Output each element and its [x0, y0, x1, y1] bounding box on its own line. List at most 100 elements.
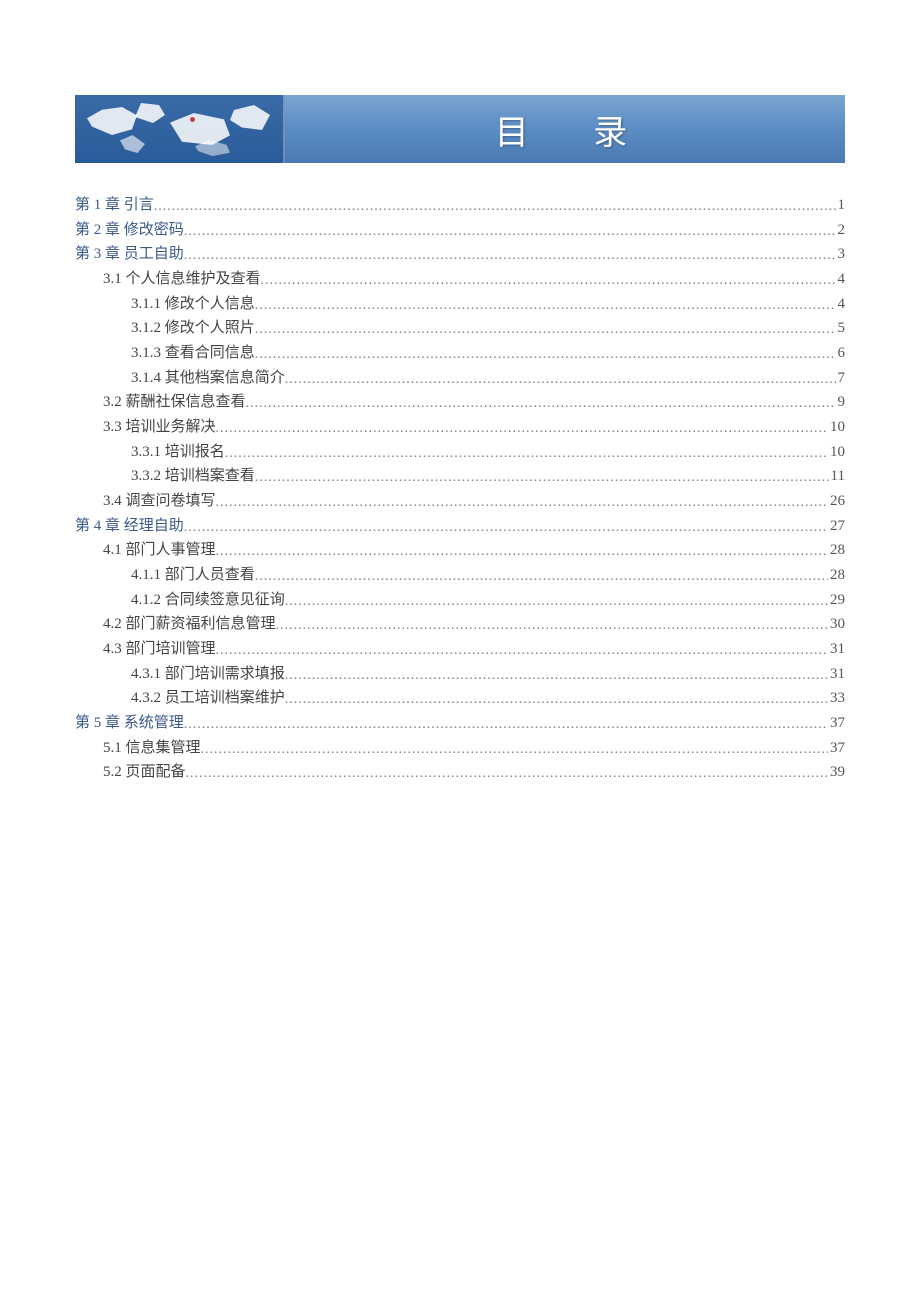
- toc-entry-label: 3.4 调查问卷填写: [103, 489, 216, 513]
- toc-entry-label: 第 3 章 员工自助: [75, 242, 184, 266]
- toc-entry[interactable]: 4.3.1 部门培训需求填报 31: [75, 662, 845, 687]
- toc-leader-dots: [186, 763, 828, 786]
- toc-page-number: 2: [836, 218, 846, 242]
- toc-entry-label: 5.2 页面配备: [103, 760, 186, 784]
- toc-entry-label: 3.1.3 查看合同信息: [131, 341, 255, 365]
- toc-leader-dots: [225, 443, 828, 466]
- toc-page-number: 4: [836, 292, 846, 316]
- toc-entry[interactable]: 4.1 部门人事管理 28: [75, 538, 845, 563]
- toc-entry[interactable]: 3.3.1 培训报名 10: [75, 440, 845, 465]
- toc-entry[interactable]: 4.1.1 部门人员查看 28: [75, 563, 845, 588]
- toc-leader-dots: [285, 665, 828, 688]
- toc-entry[interactable]: 3.3 培训业务解决 10: [75, 415, 845, 440]
- toc-entry[interactable]: 3.1.4 其他档案信息简介7: [75, 366, 845, 391]
- toc-entry[interactable]: 3.1.2 修改个人照片 5: [75, 316, 845, 341]
- toc-leader-dots: [184, 517, 828, 540]
- toc-entry-label: 4.1.2 合同续签意见征询: [131, 588, 285, 612]
- page-container: 目 录 第 1 章 引言1第 2 章 修改密码2第 3 章 员工自助33.1 个…: [0, 0, 920, 785]
- toc-page-number: 37: [828, 736, 845, 760]
- toc-leader-dots: [216, 418, 828, 441]
- toc-entry-label: 第 5 章 系统管理: [75, 711, 184, 735]
- toc-entry[interactable]: 3.4 调查问卷填写 26: [75, 489, 845, 514]
- toc-leader-dots: [216, 492, 828, 515]
- toc-entry[interactable]: 第 2 章 修改密码 2: [75, 218, 845, 243]
- toc-entry[interactable]: 4.2 部门薪资福利信息管理 30: [75, 612, 845, 637]
- toc-leader-dots: [216, 541, 828, 564]
- toc-page-number: 6: [836, 341, 846, 365]
- toc-entry-label: 第 4 章 经理自助: [75, 514, 184, 538]
- toc-page-number: 28: [828, 563, 845, 587]
- toc-page-number: 39: [828, 760, 845, 784]
- toc-entry-label: 3.3.2 培训档案查看: [131, 464, 255, 488]
- toc-page-number: 28: [828, 538, 845, 562]
- toc-entry-label: 4.3.2 员工培训档案维护: [131, 686, 285, 710]
- title-banner: 目 录: [75, 95, 845, 163]
- toc-leader-dots: [285, 369, 836, 392]
- toc-entry-label: 3.1.2 修改个人照片: [131, 316, 255, 340]
- toc-page-number: 5: [836, 316, 846, 340]
- toc-page-number: 7: [836, 366, 846, 390]
- toc-entry[interactable]: 3.3.2 培训档案查看 11: [75, 464, 845, 489]
- toc-leader-dots: [255, 319, 836, 342]
- toc-entry-label: 4.2 部门薪资福利信息管理: [103, 612, 276, 636]
- toc-page-number: 26: [828, 489, 845, 513]
- toc-entry[interactable]: 5.1 信息集管理 37: [75, 736, 845, 761]
- toc-entry-label: 3.3 培训业务解决: [103, 415, 216, 439]
- toc-page-number: 33: [828, 686, 845, 710]
- toc-entry-label: 3.1 个人信息维护及查看: [103, 267, 261, 291]
- toc-entry[interactable]: 4.3 部门培训管理 31: [75, 637, 845, 662]
- toc-entry[interactable]: 第 1 章 引言 1: [75, 193, 845, 218]
- toc-leader-dots: [255, 295, 836, 318]
- toc-page-number: 3: [836, 242, 846, 266]
- toc-entry[interactable]: 3.2 薪酬社保信息查看 9: [75, 390, 845, 415]
- toc-leader-dots: [261, 270, 836, 293]
- toc-page-number: 10: [828, 440, 845, 464]
- toc-page-number: 37: [828, 711, 845, 735]
- toc-leader-dots: [154, 196, 836, 219]
- toc-entry-label: 第 2 章 修改密码: [75, 218, 184, 242]
- toc-entry-label: 3.3.1 培训报名: [131, 440, 225, 464]
- toc-leader-dots: [184, 221, 836, 244]
- toc-entry-label: 3.2 薪酬社保信息查看: [103, 390, 246, 414]
- toc-page-number: 11: [829, 464, 845, 488]
- toc-entry[interactable]: 4.3.2 员工培训档案维护 33: [75, 686, 845, 711]
- toc-leader-dots: [276, 615, 828, 638]
- toc-page-number: 30: [828, 612, 845, 636]
- toc-leader-dots: [246, 393, 836, 416]
- toc-page-number: 1: [836, 193, 846, 217]
- toc-entry-label: 4.1 部门人事管理: [103, 538, 216, 562]
- toc-leader-dots: [285, 689, 828, 712]
- toc-entry[interactable]: 第 3 章 员工自助 3: [75, 242, 845, 267]
- toc-entry[interactable]: 第 4 章 经理自助 27: [75, 514, 845, 539]
- toc-entry-label: 4.1.1 部门人员查看: [131, 563, 255, 587]
- toc-entry-label: 5.1 信息集管理: [103, 736, 201, 760]
- toc-leader-dots: [255, 467, 829, 490]
- toc-page-number: 9: [836, 390, 846, 414]
- world-map-graphic: [75, 95, 285, 163]
- toc-leader-dots: [285, 591, 828, 614]
- toc-title: 目 录: [285, 105, 845, 154]
- toc-leader-dots: [216, 640, 828, 663]
- toc-leader-dots: [255, 344, 836, 367]
- toc-leader-dots: [201, 739, 828, 762]
- toc-entry-label: 4.3 部门培训管理: [103, 637, 216, 661]
- toc-page-number: 27: [828, 514, 845, 538]
- toc-entry-label: 第 1 章 引言: [75, 193, 154, 217]
- table-of-contents: 第 1 章 引言1第 2 章 修改密码2第 3 章 员工自助33.1 个人信息维…: [75, 193, 845, 785]
- toc-leader-dots: [184, 714, 828, 737]
- toc-page-number: 10: [828, 415, 845, 439]
- toc-entry[interactable]: 4.1.2 合同续签意见征询 29: [75, 588, 845, 613]
- toc-entry[interactable]: 3.1.3 查看合同信息 6: [75, 341, 845, 366]
- toc-entry[interactable]: 第 5 章 系统管理 37: [75, 711, 845, 736]
- toc-entry-label: 3.1.1 修改个人信息: [131, 292, 255, 316]
- toc-entry-label: 4.3.1 部门培训需求填报: [131, 662, 285, 686]
- toc-page-number: 31: [828, 662, 845, 686]
- toc-entry[interactable]: 5.2 页面配备 39: [75, 760, 845, 785]
- toc-page-number: 29: [828, 588, 845, 612]
- toc-page-number: 31: [828, 637, 845, 661]
- toc-leader-dots: [184, 245, 836, 268]
- toc-entry[interactable]: 3.1.1 修改个人信息 4: [75, 292, 845, 317]
- toc-leader-dots: [255, 566, 828, 589]
- toc-entry[interactable]: 3.1 个人信息维护及查看 4: [75, 267, 845, 292]
- toc-page-number: 4: [836, 267, 846, 291]
